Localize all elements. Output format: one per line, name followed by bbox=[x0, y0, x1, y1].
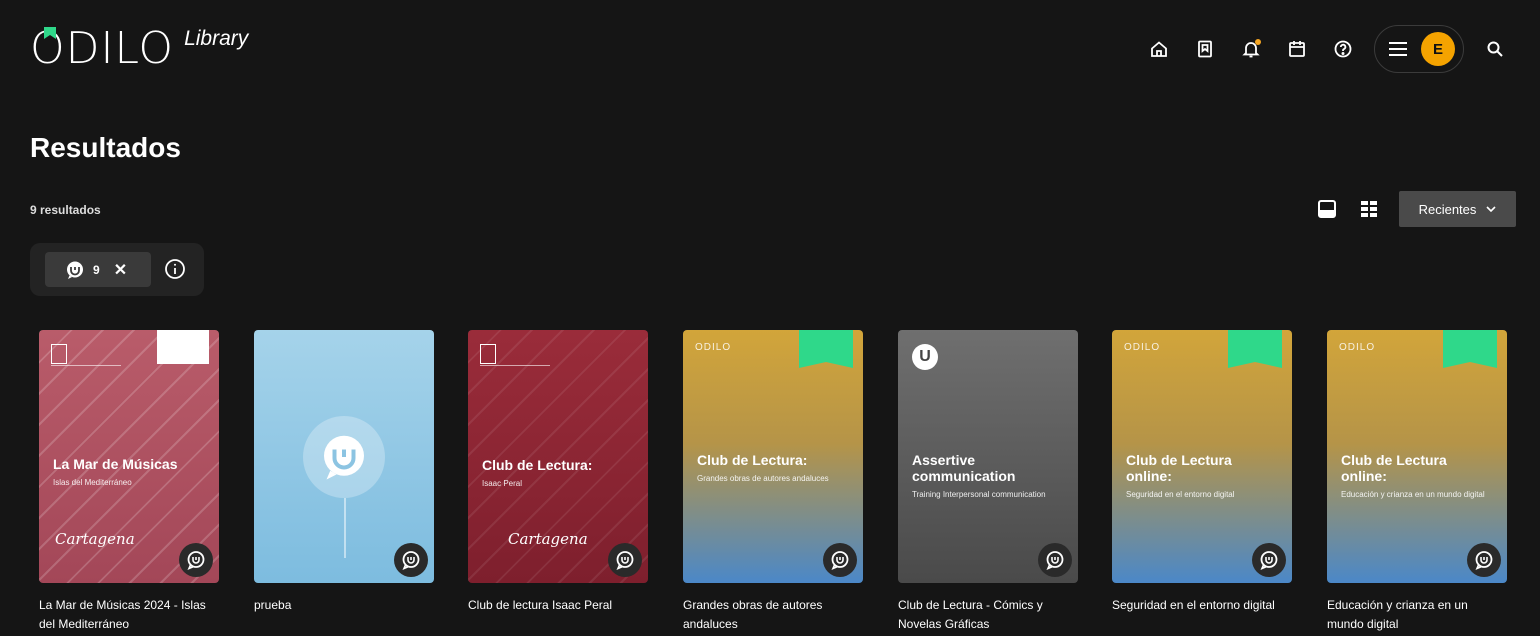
result-count: 9 resultados bbox=[30, 203, 101, 217]
bookmarks-button[interactable] bbox=[1188, 32, 1222, 66]
cover-title: Club de Lectura online: bbox=[1341, 452, 1447, 484]
search-button[interactable] bbox=[1478, 32, 1512, 66]
bookmark-icon bbox=[1198, 40, 1212, 58]
chevron-down-icon bbox=[1486, 206, 1496, 212]
active-filters: 9 ✕ bbox=[30, 243, 204, 296]
cover-title: Club de Lectura: bbox=[482, 457, 593, 473]
reading-club-icon bbox=[1475, 551, 1493, 570]
cover-subtitle: Grandes obras de autores andaluces bbox=[697, 474, 829, 483]
result-card[interactable]: prueba bbox=[254, 330, 434, 615]
cover-title: Assertive communication bbox=[912, 452, 1016, 484]
reading-club-icon bbox=[616, 551, 634, 570]
cover-subtitle: Seguridad en el entorno digital bbox=[1126, 490, 1235, 499]
card-title[interactable]: Grandes obras de autores andaluces bbox=[683, 596, 863, 634]
list-view-button[interactable] bbox=[1315, 197, 1339, 221]
help-button[interactable] bbox=[1326, 32, 1360, 66]
filter-chip-count: 9 bbox=[93, 262, 100, 277]
card-cover[interactable]: La Mar de Músicas Islas del Mediterráneo… bbox=[39, 330, 219, 583]
calendar-button[interactable] bbox=[1280, 32, 1314, 66]
cover-brand: ODILO bbox=[1339, 342, 1376, 353]
placeholder-circle bbox=[303, 416, 385, 498]
help-icon bbox=[1334, 40, 1352, 58]
reading-club-icon bbox=[67, 261, 83, 279]
sort-dropdown[interactable]: Recientes bbox=[1399, 191, 1516, 227]
card-cover[interactable]: ODILO Club de Lectura online: Seguridad … bbox=[1112, 330, 1292, 583]
result-card[interactable]: U Assertive communication Training Inter… bbox=[898, 330, 1078, 634]
reading-club-icon bbox=[187, 551, 205, 570]
cover-title: Club de Lectura: bbox=[697, 452, 808, 468]
logo-bookmark-icon bbox=[44, 27, 56, 39]
university-logo: U bbox=[912, 344, 938, 370]
odilo-library-logo[interactable]: ODILO Library bbox=[30, 26, 248, 72]
grid-view-icon bbox=[1361, 201, 1377, 217]
reading-club-icon bbox=[324, 435, 364, 480]
card-cover[interactable]: ODILO Club de Lectura online: Educación … bbox=[1327, 330, 1507, 583]
cover-subtitle: Training Interpersonal communication bbox=[912, 490, 1046, 499]
reading-club-badge bbox=[608, 543, 642, 577]
view-controls: Recientes bbox=[1315, 191, 1516, 227]
top-navigation: E bbox=[1130, 24, 1512, 74]
card-title[interactable]: Educación y crianza en un mundo digital bbox=[1327, 596, 1507, 634]
reading-club-icon bbox=[1046, 551, 1064, 570]
cartagena-seal bbox=[51, 344, 121, 366]
close-icon[interactable]: ✕ bbox=[114, 260, 127, 280]
reading-club-badge bbox=[1038, 543, 1072, 577]
list-view-icon bbox=[1318, 200, 1336, 218]
notification-dot bbox=[1255, 39, 1261, 45]
page-title: Resultados bbox=[30, 132, 181, 163]
result-card[interactable]: ODILO Club de Lectura online: Educación … bbox=[1327, 330, 1507, 634]
card-title[interactable]: Club de Lectura - Cómics y Novelas Gráfi… bbox=[898, 596, 1078, 634]
reading-club-icon bbox=[1260, 551, 1278, 570]
reading-club-icon bbox=[831, 551, 849, 570]
partner-logo bbox=[157, 330, 209, 364]
cover-brand: ODILO bbox=[695, 342, 732, 353]
avatar: E bbox=[1421, 32, 1455, 66]
card-cover[interactable]: ODILO Club de Lectura: Grandes obras de … bbox=[683, 330, 863, 583]
cover-ribbon bbox=[1443, 330, 1497, 368]
result-card[interactable]: ODILO Club de Lectura online: Seguridad … bbox=[1112, 330, 1292, 615]
reading-club-badge bbox=[1467, 543, 1501, 577]
reading-club-icon bbox=[402, 551, 420, 570]
cover-title: Club de Lectura online: bbox=[1126, 452, 1232, 484]
card-cover[interactable] bbox=[254, 330, 434, 583]
calendar-icon bbox=[1289, 41, 1305, 57]
reading-club-badge bbox=[179, 543, 213, 577]
reading-club-badge bbox=[1252, 543, 1286, 577]
cover-ribbon bbox=[1228, 330, 1282, 368]
cover-subtitle: Islas del Mediterráneo bbox=[53, 478, 132, 487]
card-title[interactable]: Seguridad en el entorno digital bbox=[1112, 596, 1292, 615]
card-cover[interactable]: Club de Lectura: Isaac Peral Cartagena bbox=[468, 330, 648, 583]
reading-club-badge bbox=[823, 543, 857, 577]
reading-club-filter-chip[interactable]: 9 ✕ bbox=[45, 252, 151, 287]
logo-subtitle: Library bbox=[184, 27, 249, 50]
card-title[interactable]: prueba bbox=[254, 596, 434, 615]
home-icon bbox=[1151, 41, 1167, 57]
result-card[interactable]: ODILO Club de Lectura: Grandes obras de … bbox=[683, 330, 863, 634]
card-title[interactable]: Club de lectura Isaac Peral bbox=[468, 596, 648, 615]
grid-view-button[interactable] bbox=[1357, 197, 1381, 221]
notifications-button[interactable] bbox=[1234, 32, 1268, 66]
cover-signature: Cartagena bbox=[508, 530, 588, 548]
cover-title: La Mar de Músicas bbox=[53, 456, 178, 472]
cover-subtitle: Educación y crianza en un mundo digital bbox=[1341, 490, 1485, 499]
info-icon[interactable] bbox=[164, 258, 186, 280]
result-card[interactable]: La Mar de Músicas Islas del Mediterráneo… bbox=[39, 330, 219, 634]
card-cover[interactable]: U Assertive communication Training Inter… bbox=[898, 330, 1078, 583]
reading-club-badge bbox=[394, 543, 428, 577]
result-card[interactable]: Club de Lectura: Isaac Peral Cartagena C… bbox=[468, 330, 648, 615]
search-icon bbox=[1487, 41, 1503, 57]
sort-label: Recientes bbox=[1418, 201, 1477, 217]
cover-subtitle: Isaac Peral bbox=[482, 479, 523, 488]
cover-ribbon bbox=[799, 330, 853, 368]
cartagena-seal bbox=[480, 344, 550, 366]
card-title[interactable]: La Mar de Músicas 2024 - Islas del Medit… bbox=[39, 596, 219, 634]
hamburger-icon bbox=[1389, 42, 1407, 56]
user-menu-button[interactable]: E bbox=[1374, 25, 1464, 73]
cover-brand: ODILO bbox=[1124, 342, 1161, 353]
cover-signature: Cartagena bbox=[55, 530, 135, 548]
home-button[interactable] bbox=[1142, 32, 1176, 66]
